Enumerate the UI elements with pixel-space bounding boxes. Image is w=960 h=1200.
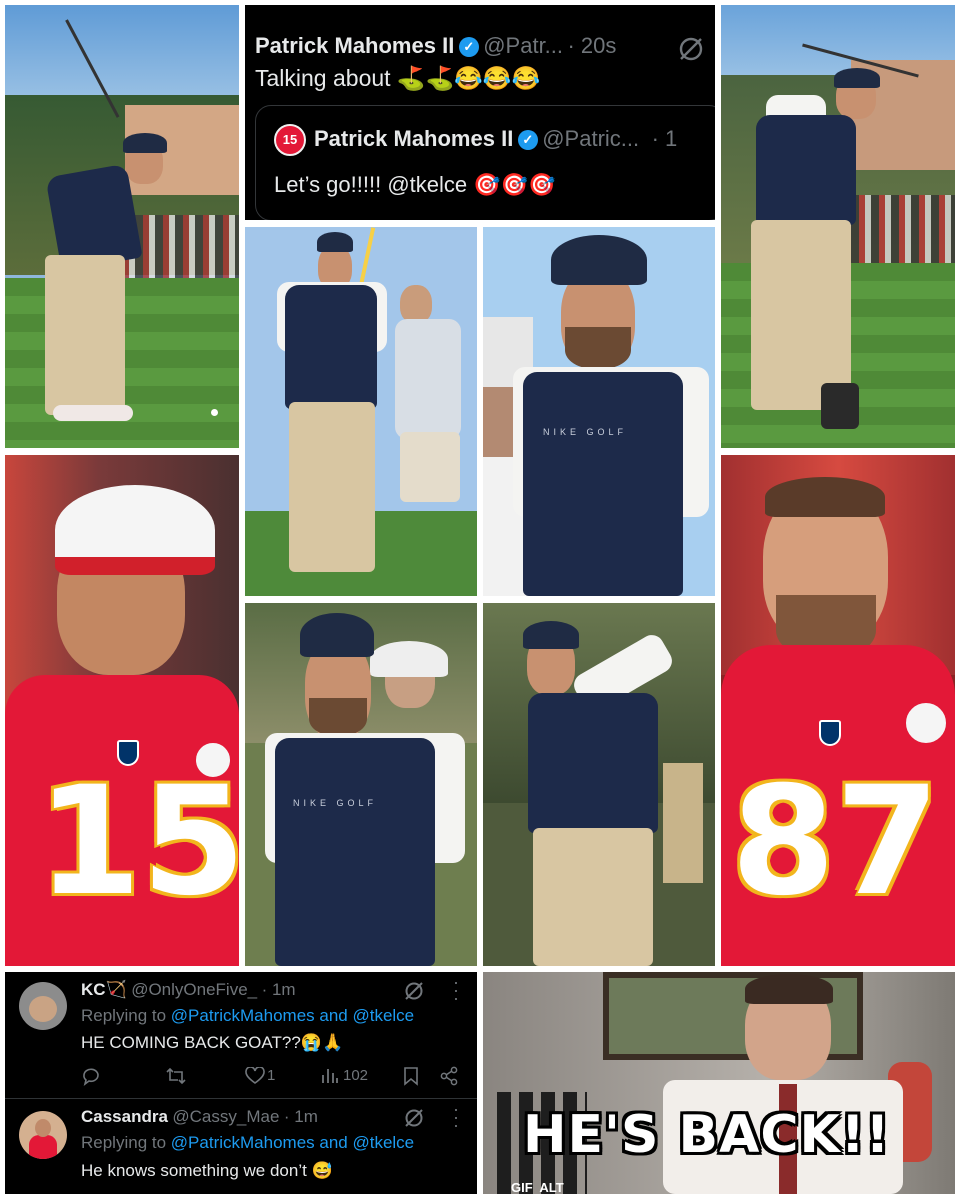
quoted-time: · 1 [651,126,678,151]
vest-logo: NIKE GOLF [293,798,378,808]
kelce-smiling-photo: NIKE GOLF [483,227,715,596]
share-icon[interactable] [439,1066,459,1086]
nfl-shield-icon [117,740,139,766]
kelce-portrait-photo: 87 [721,455,955,966]
golfer-cap [123,133,167,153]
replying-to-link[interactable]: @PatrickMahomes and @tkelce [171,1006,414,1025]
patch-icon [193,740,233,780]
golfer-pants [751,220,851,410]
tweet-screenshot: Patrick Mahomes II ✓ @Patr... · 20s Talk… [245,5,715,220]
avatar[interactable] [19,1111,67,1159]
kelce-vest [523,372,683,596]
kelce-vest [285,285,377,409]
replying-prefix: Replying to [81,1006,167,1025]
reply-author-handle[interactable]: @OnlyOneFive_ [131,980,257,999]
grok-icon[interactable] [677,35,705,63]
replying-to: Replying to @PatrickMahomes and @tkelce [81,1133,414,1153]
golfer-pants [45,255,125,415]
reply-icon[interactable] [81,1066,101,1086]
spectator-cap [370,641,448,677]
verified-badge-icon: ✓ [517,130,538,150]
kelce-cap [523,621,579,649]
kelce-pants [289,402,375,572]
reply-1[interactable]: KC🏹 @OnlyOneFive_ · 1m · · · Replying to @… [5,972,477,1098]
reply-2[interactable]: Cassandra @Cassy_Mae · 1m · · · Replying t… [5,1099,477,1194]
gif-caption: HE'S BACK!! [523,1105,891,1165]
kelce-follow-through-photo [483,603,715,966]
golfer-shoes [53,405,133,421]
kelce-walking-photo [245,227,477,596]
tweet-author-name[interactable]: Patrick Mahomes II [255,33,454,58]
patch-icon [903,700,949,746]
quoted-text: Let’s go!!!!! @tkelce 🎯🎯🎯 [274,172,556,197]
reply-author-handle[interactable]: @Cassy_Mae [172,1107,279,1126]
replies-screenshot: KC🏹 @OnlyOneFive_ · 1m · · · Replying to @… [5,972,477,1194]
quoted-tweet[interactable]: 15 Patrick Mahomes II ✓ @Patric... · 1 L… [255,105,715,220]
grok-icon[interactable] [403,1107,425,1129]
jersey-number-87: 87 [731,755,940,929]
quoted-author-handle: @Patric... [542,126,640,151]
tweet-author-handle[interactable]: @Patr... [483,33,563,58]
kelce-pants [533,828,653,966]
mahomes-cap [55,485,215,575]
tweet-time: · 20s [567,33,617,58]
kelce-cap [300,613,374,657]
kelce-beard [565,327,631,369]
hes-back-gif[interactable]: HE'S BACK!! GIF ALT [483,972,955,1194]
caddie-shorts [400,432,460,502]
golfer-cap [834,68,880,88]
more-options-icon[interactable]: · · · [451,973,461,1007]
quoted-avatar: 15 [274,124,306,156]
bookmark-icon[interactable] [403,1066,419,1086]
caddie-bib [395,319,461,439]
kelce-hair [765,477,885,517]
retweet-icon[interactable] [165,1066,187,1086]
verified-badge-icon: ✓ [458,37,479,57]
kelce-cap [317,232,353,252]
replying-prefix: Replying to [81,1133,167,1152]
quoted-header: Patrick Mahomes II ✓ @Patric... · 1 [314,126,677,152]
golf-swing-photo-left [5,5,239,448]
golf-ball [211,409,218,416]
replying-to-link[interactable]: @PatrickMahomes and @tkelce [171,1133,414,1152]
kelce-vest [528,693,658,833]
grok-icon[interactable] [403,980,425,1002]
avatar[interactable] [19,982,67,1030]
golfer-shoe [821,383,859,429]
kelce-beard [309,698,367,736]
caddie-head [400,285,432,323]
reply-header: KC🏹 @OnlyOneFive_ · 1m [81,980,296,1000]
nfl-shield-icon [819,720,841,746]
golf-swing-photo-right [721,5,955,448]
reply-header: Cassandra @Cassy_Mae · 1m [81,1107,318,1127]
tweet-header: Patrick Mahomes II ✓ @Patr... · 20s [255,33,705,59]
view-count: 102 [343,1067,369,1084]
like-icon[interactable] [245,1067,265,1085]
umbrella [663,763,703,883]
views-icon[interactable] [321,1067,339,1085]
reply-time: · 1m [261,980,296,999]
tweet-text: Talking about ⛳⛳😂😂😂 [255,65,541,91]
reply-author-name[interactable]: KC🏹 [81,980,127,999]
reply-author-name[interactable]: Cassandra [81,1107,168,1126]
kelce-laughing-photo: NIKE GOLF [245,603,477,966]
mahomes-portrait-photo: 15 [5,455,239,966]
golfer-vest [756,115,856,225]
flag-pole [358,227,376,287]
replying-to: Replying to @PatrickMahomes and @tkelce [81,1006,414,1026]
like-count: 1 [267,1067,276,1084]
reply-text: He knows something we don’t 😅 [81,1161,333,1180]
kelce-cap [551,235,647,285]
man-hair [745,974,833,1004]
vest-logo: NIKE GOLF [543,427,628,437]
quoted-author-name: Patrick Mahomes II [314,126,514,151]
gif-badge[interactable]: GIF ALT [511,1180,564,1194]
kelce-vest [275,738,435,966]
more-options-icon[interactable]: · · · [451,1100,461,1134]
reply-text: HE COMING BACK GOAT??😭🙏 [81,1033,344,1052]
jersey-number-15: 15 [37,755,239,929]
reply-time: · 1m [283,1107,318,1126]
